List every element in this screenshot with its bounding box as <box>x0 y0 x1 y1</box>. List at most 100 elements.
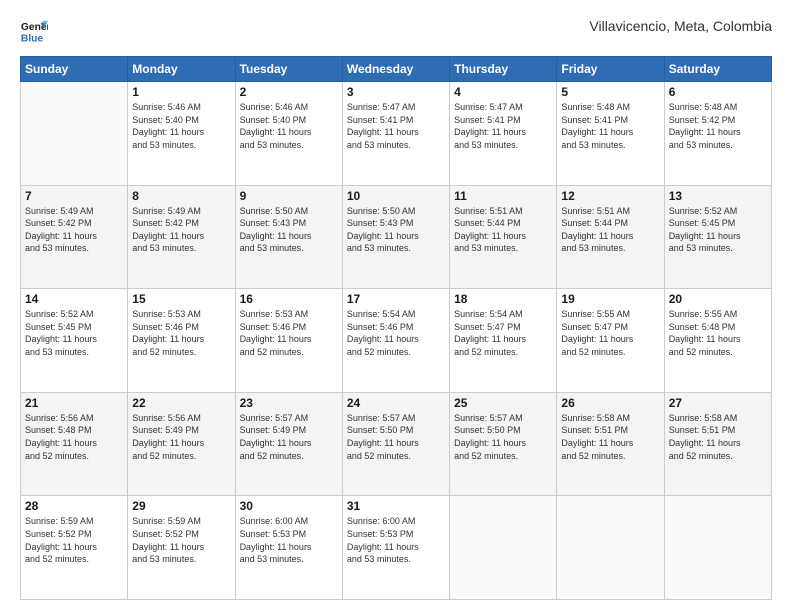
calendar-cell: 6Sunrise: 5:48 AM Sunset: 5:42 PM Daylig… <box>664 82 771 186</box>
calendar-cell: 11 Sunrise: 5:51 AM Sunset: 5:44 PM Dayli… <box>450 185 557 289</box>
day-number: 13 <box>669 189 767 203</box>
calendar-body: 1Sunrise: 5:46 AM Sunset: 5:40 PM Daylig… <box>21 82 772 600</box>
calendar-table: SundayMondayTuesdayWednesdayThursdayFrid… <box>20 56 772 600</box>
day-info: Sunrise: 5:46 AM Sunset: 5:40 PM Dayligh… <box>132 101 230 151</box>
day-info: Sunrise: 5:55 AM Sunset: 5:48 PM Dayligh… <box>669 308 767 358</box>
day-info: Sunrise: 5:51 AM Sunset: 5:44 PM Dayligh… <box>454 205 552 255</box>
day-number: 22 <box>132 396 230 410</box>
day-info: Sunrise: 6:00 AM Sunset: 5:53 PM Dayligh… <box>240 515 338 565</box>
day-info: Sunrise: 5:53 AM Sunset: 5:46 PM Dayligh… <box>240 308 338 358</box>
day-number: 19 <box>561 292 659 306</box>
svg-text:Blue: Blue <box>21 33 44 44</box>
calendar-cell: 28 Sunrise: 5:59 AM Sunset: 5:52 PM Dayli… <box>21 496 128 600</box>
calendar-cell: 8Sunrise: 5:49 AM Sunset: 5:42 PM Daylig… <box>128 185 235 289</box>
day-info: Sunrise: 5:55 AM Sunset: 5:47 PM Dayligh… <box>561 308 659 358</box>
day-info: Sunrise: 5:59 AM Sunset: 5:52 PM Dayligh… <box>132 515 230 565</box>
calendar-cell: 31 Sunrise: 6:00 AM Sunset: 5:53 PM Dayli… <box>342 496 449 600</box>
calendar-cell: 5 Sunrise: 5:48 AM Sunset: 5:41 PM Daylig… <box>557 82 664 186</box>
day-number: 2 <box>240 85 338 99</box>
day-number: 11 <box>454 189 552 203</box>
day-info: Sunrise: 5:51 AM Sunset: 5:44 PM Dayligh… <box>561 205 659 255</box>
calendar-cell <box>664 496 771 600</box>
calendar-cell: 23 Sunrise: 5:57 AM Sunset: 5:49 PM Dayli… <box>235 392 342 496</box>
day-info: Sunrise: 5:49 AM Sunset: 5:42 PM Dayligh… <box>25 205 123 255</box>
day-number: 16 <box>240 292 338 306</box>
day-info: Sunrise: 5:50 AM Sunset: 5:43 PM Dayligh… <box>347 205 445 255</box>
day-info: Sunrise: 5:47 AM Sunset: 5:41 PM Dayligh… <box>454 101 552 151</box>
day-number: 23 <box>240 396 338 410</box>
day-info: Sunrise: 5:57 AM Sunset: 5:50 PM Dayligh… <box>454 412 552 462</box>
calendar-cell: 27 Sunrise: 5:58 AM Sunset: 5:51 PM Dayli… <box>664 392 771 496</box>
day-info: Sunrise: 5:48 AM Sunset: 5:41 PM Dayligh… <box>561 101 659 151</box>
day-number: 30 <box>240 499 338 513</box>
day-number: 12 <box>561 189 659 203</box>
calendar-header-row: SundayMondayTuesdayWednesdayThursdayFrid… <box>21 57 772 82</box>
day-number: 20 <box>669 292 767 306</box>
day-number: 10 <box>347 189 445 203</box>
title-section: Villavicencio, Meta, Colombia <box>589 18 772 34</box>
calendar-cell: 2 Sunrise: 5:46 AM Sunset: 5:40 PM Daylig… <box>235 82 342 186</box>
day-info: Sunrise: 5:46 AM Sunset: 5:40 PM Dayligh… <box>240 101 338 151</box>
day-info: Sunrise: 5:49 AM Sunset: 5:42 PM Dayligh… <box>132 205 230 255</box>
logo: General Blue <box>20 18 48 46</box>
calendar-cell: 29 Sunrise: 5:59 AM Sunset: 5:52 PM Dayli… <box>128 496 235 600</box>
day-info: Sunrise: 5:54 AM Sunset: 5:46 PM Dayligh… <box>347 308 445 358</box>
week-row-1: 1Sunrise: 5:46 AM Sunset: 5:40 PM Daylig… <box>21 82 772 186</box>
day-info: Sunrise: 6:00 AM Sunset: 5:53 PM Dayligh… <box>347 515 445 565</box>
day-number: 24 <box>347 396 445 410</box>
day-info: Sunrise: 5:58 AM Sunset: 5:51 PM Dayligh… <box>669 412 767 462</box>
column-header-wednesday: Wednesday <box>342 57 449 82</box>
day-info: Sunrise: 5:47 AM Sunset: 5:41 PM Dayligh… <box>347 101 445 151</box>
day-number: 29 <box>132 499 230 513</box>
day-info: Sunrise: 5:56 AM Sunset: 5:49 PM Dayligh… <box>132 412 230 462</box>
week-row-5: 28 Sunrise: 5:59 AM Sunset: 5:52 PM Dayli… <box>21 496 772 600</box>
day-number: 17 <box>347 292 445 306</box>
day-number: 3 <box>347 85 445 99</box>
page-header: General Blue Villavicencio, Meta, Colomb… <box>20 18 772 46</box>
week-row-2: 7 Sunrise: 5:49 AM Sunset: 5:42 PM Daylig… <box>21 185 772 289</box>
calendar-cell: 16 Sunrise: 5:53 AM Sunset: 5:46 PM Dayli… <box>235 289 342 393</box>
location-subtitle: Villavicencio, Meta, Colombia <box>589 18 772 34</box>
day-info: Sunrise: 5:50 AM Sunset: 5:43 PM Dayligh… <box>240 205 338 255</box>
calendar-cell: 3 Sunrise: 5:47 AM Sunset: 5:41 PM Daylig… <box>342 82 449 186</box>
day-info: Sunrise: 5:59 AM Sunset: 5:52 PM Dayligh… <box>25 515 123 565</box>
day-number: 15 <box>132 292 230 306</box>
day-info: Sunrise: 5:57 AM Sunset: 5:49 PM Dayligh… <box>240 412 338 462</box>
calendar-cell: 9Sunrise: 5:50 AM Sunset: 5:43 PM Daylig… <box>235 185 342 289</box>
day-number: 4 <box>454 85 552 99</box>
week-row-4: 21 Sunrise: 5:56 AM Sunset: 5:48 PM Dayli… <box>21 392 772 496</box>
column-header-tuesday: Tuesday <box>235 57 342 82</box>
calendar-cell: 17 Sunrise: 5:54 AM Sunset: 5:46 PM Dayli… <box>342 289 449 393</box>
calendar-cell: 15 Sunrise: 5:53 AM Sunset: 5:46 PM Dayli… <box>128 289 235 393</box>
day-number: 25 <box>454 396 552 410</box>
day-number: 26 <box>561 396 659 410</box>
logo-icon: General Blue <box>20 18 48 46</box>
calendar-cell: 26 Sunrise: 5:58 AM Sunset: 5:51 PM Dayli… <box>557 392 664 496</box>
day-number: 31 <box>347 499 445 513</box>
day-info: Sunrise: 5:53 AM Sunset: 5:46 PM Dayligh… <box>132 308 230 358</box>
calendar-page: General Blue Villavicencio, Meta, Colomb… <box>0 0 792 612</box>
calendar-cell: 13Sunrise: 5:52 AM Sunset: 5:45 PM Dayli… <box>664 185 771 289</box>
column-header-thursday: Thursday <box>450 57 557 82</box>
day-number: 5 <box>561 85 659 99</box>
day-number: 21 <box>25 396 123 410</box>
calendar-cell: 10 Sunrise: 5:50 AM Sunset: 5:43 PM Dayli… <box>342 185 449 289</box>
day-number: 7 <box>25 189 123 203</box>
week-row-3: 14Sunrise: 5:52 AM Sunset: 5:45 PM Dayli… <box>21 289 772 393</box>
day-info: Sunrise: 5:56 AM Sunset: 5:48 PM Dayligh… <box>25 412 123 462</box>
calendar-cell: 1Sunrise: 5:46 AM Sunset: 5:40 PM Daylig… <box>128 82 235 186</box>
calendar-cell: 12 Sunrise: 5:51 AM Sunset: 5:44 PM Dayli… <box>557 185 664 289</box>
day-info: Sunrise: 5:52 AM Sunset: 5:45 PM Dayligh… <box>25 308 123 358</box>
day-number: 27 <box>669 396 767 410</box>
calendar-cell: 19 Sunrise: 5:55 AM Sunset: 5:47 PM Dayli… <box>557 289 664 393</box>
column-header-sunday: Sunday <box>21 57 128 82</box>
calendar-cell: 20 Sunrise: 5:55 AM Sunset: 5:48 PM Dayli… <box>664 289 771 393</box>
day-info: Sunrise: 5:58 AM Sunset: 5:51 PM Dayligh… <box>561 412 659 462</box>
calendar-cell <box>557 496 664 600</box>
day-number: 28 <box>25 499 123 513</box>
calendar-cell: 25 Sunrise: 5:57 AM Sunset: 5:50 PM Dayli… <box>450 392 557 496</box>
column-header-monday: Monday <box>128 57 235 82</box>
calendar-cell: 4 Sunrise: 5:47 AM Sunset: 5:41 PM Daylig… <box>450 82 557 186</box>
column-header-friday: Friday <box>557 57 664 82</box>
day-number: 6 <box>669 85 767 99</box>
